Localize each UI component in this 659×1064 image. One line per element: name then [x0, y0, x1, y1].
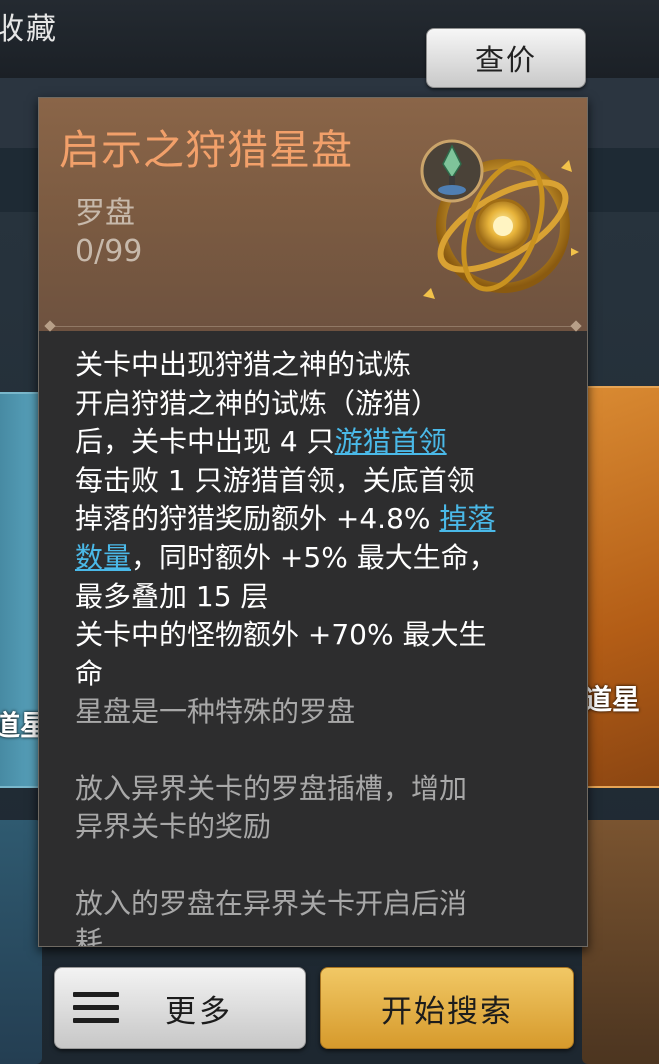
- item-description: 关卡中出现狩猎之神的试炼 开启狩猎之神的试炼（游猎） 后，关卡中出现 4 只游猎…: [75, 346, 567, 693]
- menu-icon: [73, 992, 119, 1024]
- page-title: 收藏: [0, 12, 58, 47]
- description-line: 每击败 1 只游猎首领，关底首领: [75, 463, 475, 497]
- lore-line: 星盘是一种特殊的罗盘: [75, 695, 356, 728]
- description-line: 数量，同时额外 +5% 最大生命，: [75, 540, 497, 574]
- card-label: 道星: [584, 683, 641, 716]
- lore-line: 放入异界关卡的罗盘插槽，增加: [75, 771, 468, 805]
- hunting-boss-link[interactable]: 游猎首领: [335, 425, 447, 458]
- description-line: 后，关卡中出现 4 只游猎首领: [75, 425, 447, 459]
- gem-badge-icon: [420, 139, 484, 203]
- lore-line: 异界关卡的奖励: [75, 810, 272, 844]
- description-line: 命: [75, 656, 104, 690]
- description-line: 关卡中出现狩猎之神的试炼: [75, 348, 412, 381]
- description-line: 开启狩猎之神的试炼（游猎）: [75, 386, 440, 420]
- lore-spacer: [75, 732, 567, 770]
- item-card-left-bottom[interactable]: [0, 820, 42, 1064]
- item-card-right-bottom[interactable]: [582, 820, 659, 1064]
- item-count: 0/99: [75, 234, 143, 269]
- item-name: 启示之狩猎星盘: [59, 126, 353, 174]
- item-type: 罗盘: [75, 196, 135, 231]
- more-button-label: 更多: [165, 994, 233, 1030]
- lore-line: 耗: [75, 925, 104, 947]
- description-line: 掉落的狩猎奖励额外 +4.8% 掉落: [75, 502, 496, 536]
- item-card-right[interactable]: [582, 386, 659, 788]
- drop-quantity-link[interactable]: 掉落: [439, 502, 495, 535]
- description-line: 最多叠加 15 层: [75, 579, 269, 613]
- item-lore: 星盘是一种特殊的罗盘 放入异界关卡的罗盘插槽，增加 异界关卡的奖励 放入的罗盘在…: [75, 693, 567, 947]
- more-button[interactable]: 更多: [54, 967, 306, 1049]
- header-divider: [49, 326, 577, 327]
- item-tooltip: 启示之狩猎星盘 罗盘 0/99 关卡中出现狩猎之神的试炼 开启狩猎之神的试炼（游…: [38, 97, 588, 947]
- lore-line: 放入的罗盘在异界关卡开启后消: [75, 886, 468, 920]
- lore-spacer: [75, 847, 567, 885]
- price-check-button[interactable]: 查价: [426, 28, 586, 88]
- start-search-button[interactable]: 开始搜索: [320, 967, 574, 1049]
- description-line: 关卡中的怪物额外 +70% 最大生: [75, 618, 487, 652]
- drop-quantity-link[interactable]: 数量: [75, 541, 131, 574]
